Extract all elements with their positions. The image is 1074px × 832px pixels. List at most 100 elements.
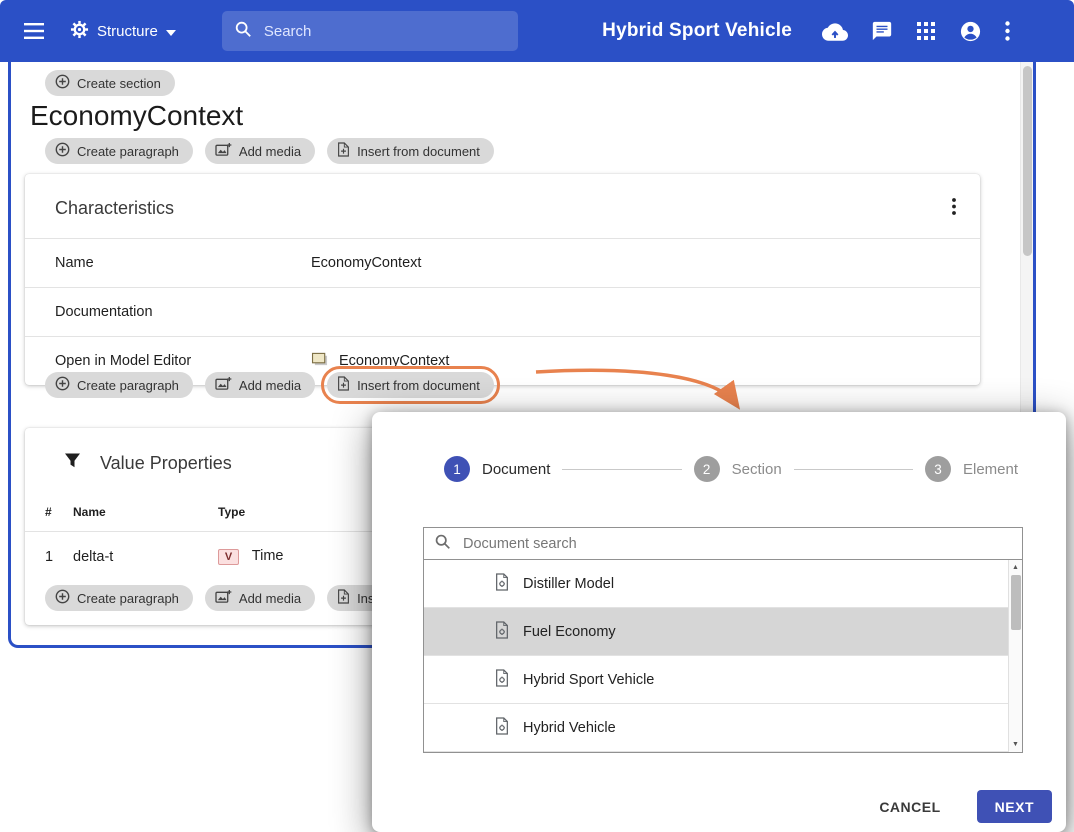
- top-app-bar: Structure Hybrid Sport Vehicle: [0, 0, 1074, 62]
- add-media-icon: [215, 376, 232, 394]
- column-header-index: #: [45, 505, 73, 519]
- chip-label: Insert from document: [357, 378, 480, 393]
- structure-nav-dropdown[interactable]: Structure: [64, 19, 182, 44]
- paragraph-toolbar-top: Create paragraph Add media Insert from d…: [45, 138, 1007, 164]
- document-search-box[interactable]: [424, 528, 1022, 560]
- step-section[interactable]: 2 Section: [694, 456, 782, 482]
- circle-plus-icon: [55, 142, 70, 160]
- create-paragraph-button[interactable]: Create paragraph: [45, 585, 193, 611]
- add-media-icon: [215, 142, 232, 160]
- list-scrollbar-thumb[interactable]: [1011, 575, 1021, 630]
- document-list: Distiller Model Fuel Economy Hybrid Spor…: [424, 560, 1022, 752]
- filter-funnel-icon: [63, 452, 82, 475]
- account-icon[interactable]: [959, 20, 982, 43]
- document-icon: [494, 621, 510, 643]
- column-header-type: Type: [218, 505, 245, 519]
- chat-icon[interactable]: [871, 20, 893, 42]
- add-media-button[interactable]: Add media: [205, 372, 315, 398]
- card-menu-icon[interactable]: [944, 194, 964, 222]
- search-icon: [234, 20, 252, 43]
- document-name: Fuel Economy: [523, 624, 616, 640]
- chip-label: Create paragraph: [77, 591, 179, 606]
- model-editor-icon: [311, 352, 330, 371]
- insert-document-icon: [337, 589, 350, 607]
- insert-from-document-button[interactable]: Insert from document: [327, 138, 494, 164]
- app-window: Structure Hybrid Sport Vehicle: [0, 0, 1074, 832]
- characteristics-card: Characteristics Name EconomyContext Docu…: [25, 174, 980, 385]
- scroll-up-icon[interactable]: ▲: [1012, 560, 1019, 573]
- wizard-stepper: 1 Document 2 Section 3 Element: [372, 412, 1066, 482]
- add-media-icon: [215, 589, 232, 607]
- step-number: 1: [444, 456, 470, 482]
- add-media-button[interactable]: Add media: [205, 585, 315, 611]
- next-button[interactable]: NEXT: [977, 790, 1052, 823]
- add-media-button[interactable]: Add media: [205, 138, 315, 164]
- step-label: Section: [732, 461, 782, 478]
- search-icon: [434, 533, 451, 555]
- topbar-actions: [822, 20, 1010, 43]
- create-paragraph-button[interactable]: Create paragraph: [45, 372, 193, 398]
- step-label: Element: [963, 461, 1018, 478]
- list-scrollbar[interactable]: ▲ ▼: [1008, 560, 1022, 752]
- property-row-name: Name EconomyContext: [25, 238, 980, 287]
- chip-label: Add media: [239, 591, 301, 606]
- gear-icon: [70, 20, 89, 43]
- section-toolbar: Create section: [45, 70, 1007, 96]
- list-item-fuel-economy[interactable]: Fuel Economy: [424, 608, 1022, 656]
- step-label: Document: [482, 461, 550, 478]
- document-icon: [494, 573, 510, 595]
- circle-plus-icon: [55, 376, 70, 394]
- insert-from-document-dialog: 1 Document 2 Section 3 Element: [372, 412, 1066, 832]
- search-input[interactable]: [262, 22, 506, 41]
- circle-plus-icon: [55, 589, 70, 607]
- step-element[interactable]: 3 Element: [925, 456, 1018, 482]
- document-title: Hybrid Sport Vehicle: [602, 20, 792, 42]
- chip-label: Insert from document: [357, 144, 480, 159]
- list-item-hybrid-sport-vehicle[interactable]: Hybrid Sport Vehicle: [424, 656, 1022, 704]
- property-label: Documentation: [55, 304, 311, 320]
- cancel-button[interactable]: CANCEL: [873, 798, 946, 816]
- hamburger-menu-icon[interactable]: [20, 19, 48, 43]
- property-label: Name: [55, 255, 311, 271]
- dialog-footer: CANCEL NEXT: [372, 753, 1066, 823]
- value-properties-title: Value Properties: [100, 453, 232, 474]
- document-icon: [494, 669, 510, 691]
- list-item-hybrid-vehicle[interactable]: Hybrid Vehicle: [424, 704, 1022, 752]
- chip-label: Add media: [239, 378, 301, 393]
- row-index: 1: [45, 549, 73, 565]
- document-picker: Distiller Model Fuel Economy Hybrid Spor…: [423, 527, 1023, 753]
- global-search[interactable]: [222, 11, 518, 51]
- circle-plus-icon: [55, 74, 70, 92]
- characteristics-title: Characteristics: [55, 198, 174, 219]
- more-vertical-icon[interactable]: [1005, 21, 1010, 41]
- row-name: delta-t: [73, 549, 218, 565]
- step-number: 3: [925, 456, 951, 482]
- insert-document-icon: [337, 376, 350, 394]
- create-section-button[interactable]: Create section: [45, 70, 175, 96]
- create-paragraph-button[interactable]: Create paragraph: [45, 138, 193, 164]
- apps-grid-icon[interactable]: [916, 21, 936, 41]
- row-type: V Time: [218, 548, 283, 565]
- paragraph-toolbar-middle: Create paragraph Add media Insert from d…: [45, 372, 1007, 398]
- document-name: Distiller Model: [523, 576, 614, 592]
- document-search-input[interactable]: [461, 535, 1012, 553]
- step-connector: [562, 469, 681, 470]
- document-name: Hybrid Vehicle: [523, 720, 616, 736]
- step-document[interactable]: 1 Document: [444, 456, 550, 482]
- scroll-down-icon[interactable]: ▼: [1012, 737, 1019, 752]
- model-editor-link[interactable]: EconomyContext: [339, 353, 449, 369]
- cloud-upload-icon[interactable]: [822, 21, 848, 41]
- chip-label: Create section: [77, 76, 161, 91]
- document-name: Hybrid Sport Vehicle: [523, 672, 654, 688]
- step-connector: [794, 469, 913, 470]
- column-header-name: Name: [73, 505, 218, 519]
- value-type-badge: V: [218, 549, 239, 565]
- type-label: Time: [252, 548, 284, 564]
- property-label: Open in Model Editor: [55, 353, 311, 369]
- scrollbar-thumb[interactable]: [1023, 66, 1032, 256]
- insert-from-document-button-highlighted[interactable]: Insert from document: [327, 372, 494, 398]
- chip-label: Create paragraph: [77, 144, 179, 159]
- property-value: EconomyContext: [311, 255, 421, 271]
- structure-nav-label: Structure: [97, 23, 158, 40]
- list-item-distiller-model[interactable]: Distiller Model: [424, 560, 1022, 608]
